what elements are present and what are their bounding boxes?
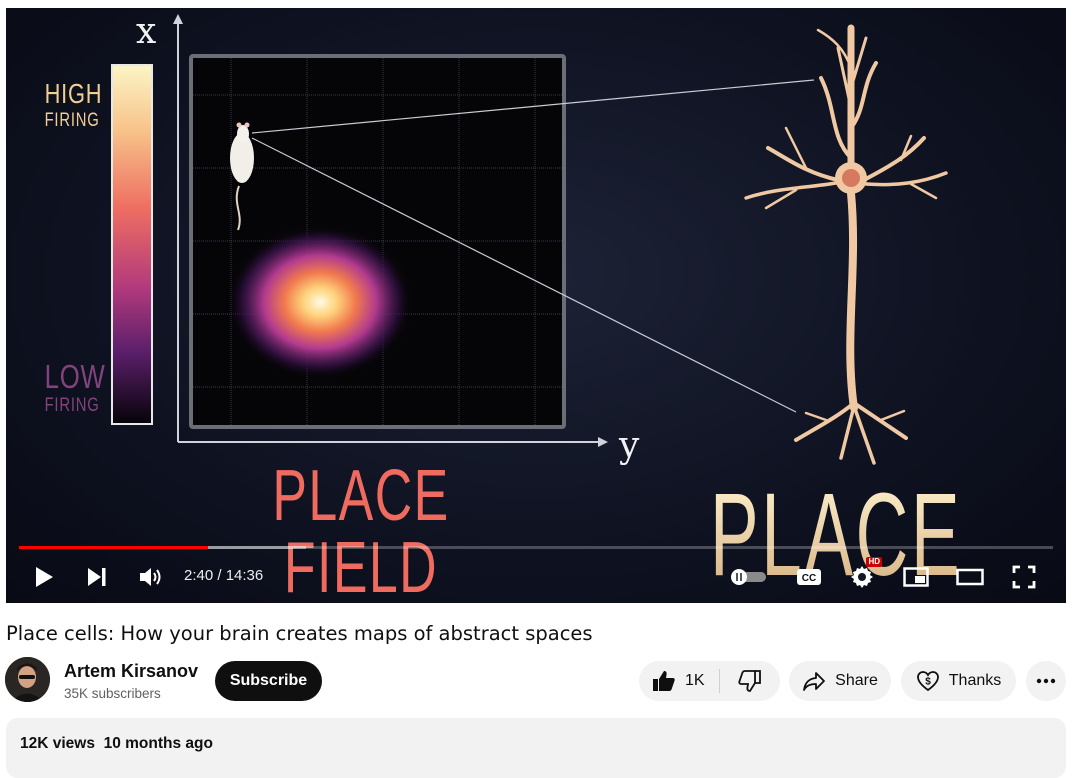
legend-high-line2: FIRING	[44, 110, 100, 131]
miniplayer-icon	[903, 567, 929, 587]
video-player[interactable]: x y HIGH FIRING LOW FIRING PLACE FIELD P…	[6, 8, 1066, 603]
x-axis-arrow	[173, 14, 183, 24]
legend-low-line1: LOW	[44, 358, 106, 395]
upload-date: 10 months ago	[103, 735, 213, 752]
fullscreen-button[interactable]	[1010, 563, 1038, 591]
legend-high-line1: HIGH	[44, 78, 103, 109]
thanks-button[interactable]: $ Thanks	[901, 661, 1016, 701]
dislike-button[interactable]	[720, 661, 780, 701]
thumbs-down-icon	[738, 670, 761, 692]
legend-low-firing: LOW FIRING	[38, 358, 106, 416]
thumbs-up-icon	[653, 671, 675, 691]
x-axis-label: x	[136, 11, 157, 52]
view-count: 12K views	[20, 735, 95, 752]
y-axis-arrow	[598, 437, 608, 447]
volume-icon	[140, 568, 161, 586]
share-icon	[803, 672, 826, 691]
thanks-label: Thanks	[948, 672, 1002, 689]
y-axis-label: y	[619, 425, 640, 466]
progress-played	[19, 546, 209, 549]
next-icon	[88, 568, 106, 586]
svg-text:CC: CC	[802, 573, 816, 584]
theater-mode-icon	[956, 568, 984, 586]
place-field-blob	[226, 224, 414, 380]
description-stats: 12K views 10 months ago	[20, 734, 213, 754]
next-button[interactable]	[83, 563, 111, 591]
legend-low-line2: FIRING	[44, 395, 100, 416]
channel-avatar[interactable]	[5, 657, 50, 702]
settings-button[interactable]: HD	[848, 557, 882, 591]
gear-icon	[851, 566, 873, 588]
legend-high-firing: HIGH FIRING	[38, 78, 103, 131]
progress-bar[interactable]	[19, 546, 1053, 549]
share-label: Share	[835, 672, 878, 689]
channel-name[interactable]: Artem Kirsanov	[64, 659, 198, 683]
neuron-illustration	[744, 24, 948, 465]
theater-mode-button[interactable]	[956, 564, 984, 590]
hd-badge: HD	[866, 557, 882, 567]
fullscreen-icon	[1012, 565, 1036, 589]
subscribe-button[interactable]: Subscribe	[215, 661, 322, 701]
video-title: Place cells: How your brain creates maps…	[6, 622, 593, 645]
more-actions-button[interactable]	[1026, 661, 1066, 701]
autoplay-toggle-icon	[731, 569, 766, 585]
share-button[interactable]: Share	[789, 661, 891, 701]
play-icon	[36, 567, 53, 587]
thanks-heart-dollar-icon: $	[916, 671, 939, 692]
captions-button[interactable]: CC	[795, 565, 823, 589]
neuron-nucleus	[842, 169, 860, 187]
captions-icon: CC	[797, 569, 821, 585]
play-button[interactable]	[30, 563, 58, 591]
avatar-image	[5, 657, 50, 702]
more-dots-icon	[1036, 678, 1056, 684]
like-count: 1K	[685, 672, 705, 689]
like-button[interactable]: 1K	[639, 661, 719, 701]
time-display: 2:40 / 14:36	[184, 567, 264, 584]
firing-colorbar	[111, 64, 153, 425]
like-dislike-group: 1K	[639, 661, 780, 701]
description-box[interactable]: 12K views 10 months ago	[6, 718, 1066, 778]
autoplay-toggle[interactable]	[730, 566, 768, 588]
svg-text:$: $	[925, 677, 931, 688]
place-field-caption: PLACE FIELD	[272, 456, 450, 603]
volume-button[interactable]	[136, 563, 166, 591]
miniplayer-button[interactable]	[902, 564, 930, 590]
subscriber-count: 35K subscribers	[64, 686, 161, 701]
